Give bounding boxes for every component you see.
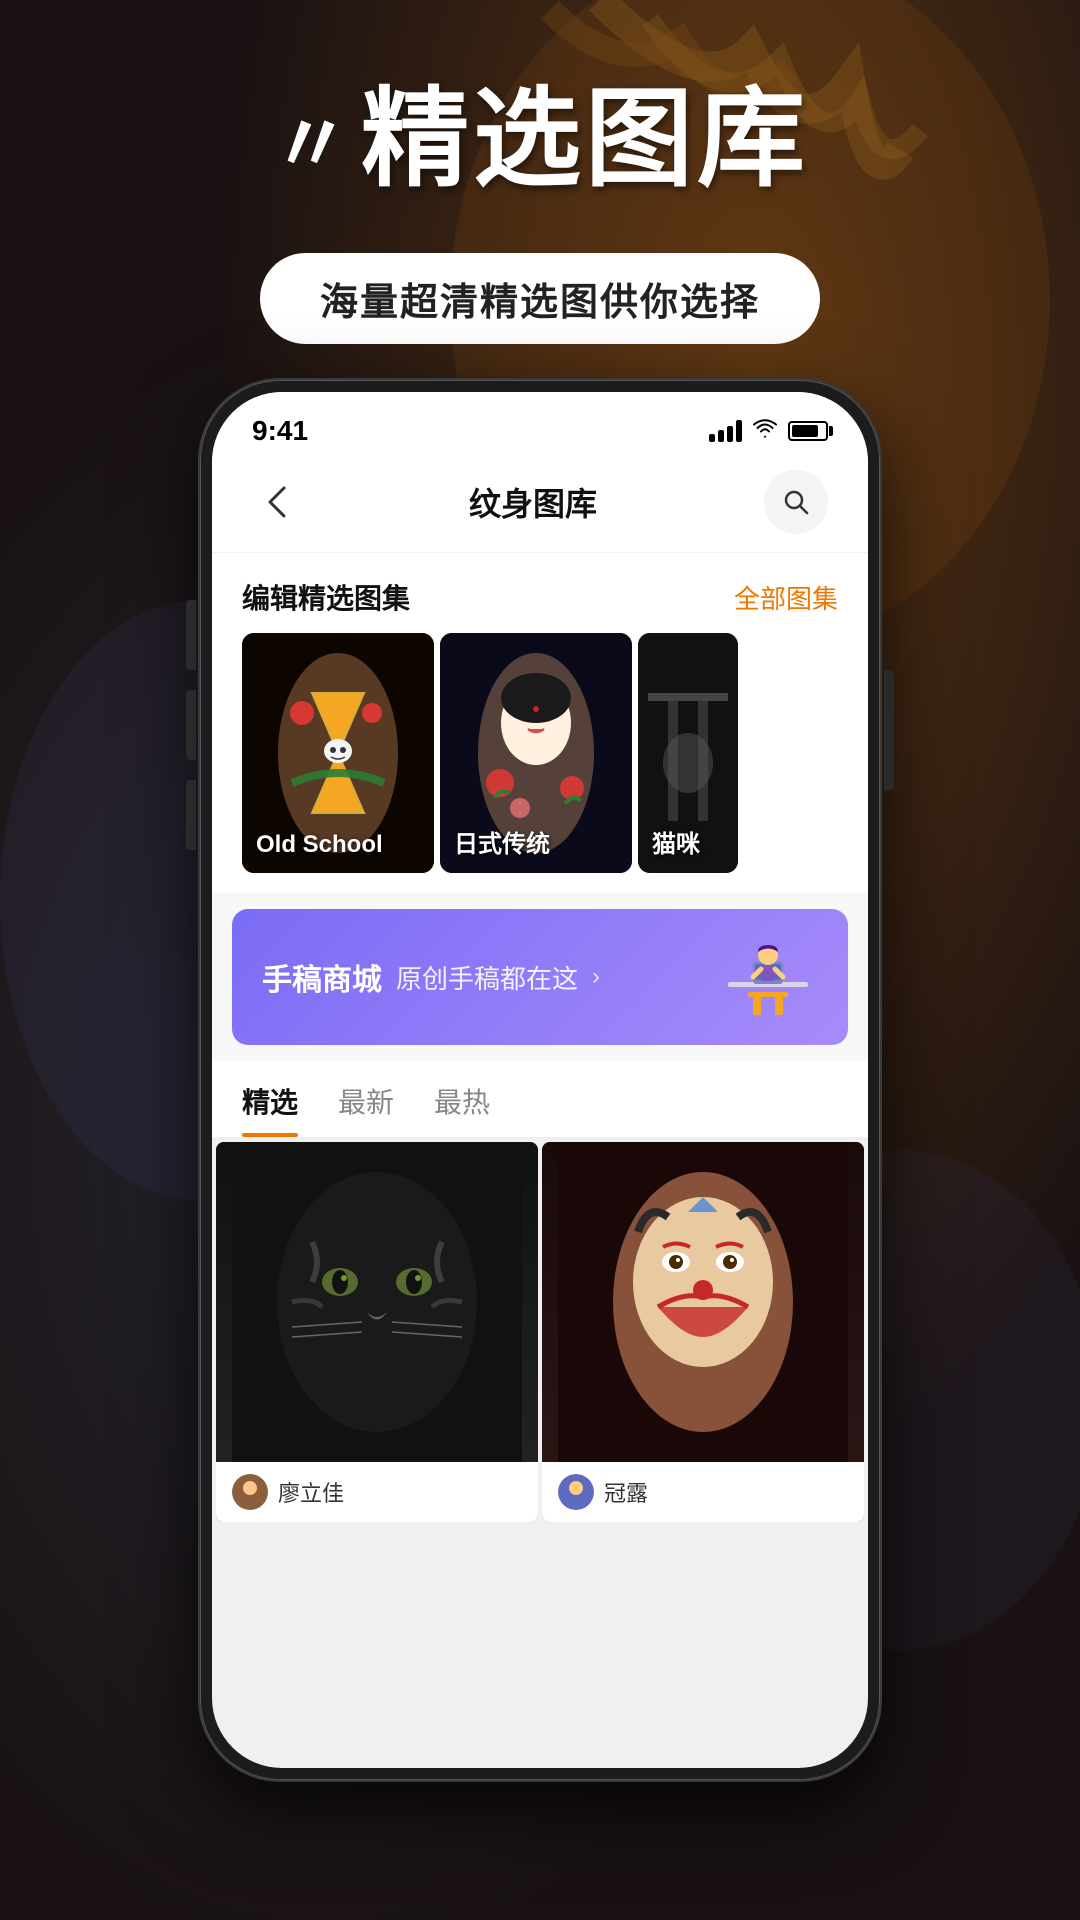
subtitle-pill: 海量超清精选图供你选择	[260, 253, 820, 344]
header-section: 〃 精选图库 海量超清精选图供你选择	[0, 80, 1080, 344]
battery-icon	[788, 421, 828, 441]
gallery-section-header: 编辑精选图集 全部图集	[212, 553, 868, 633]
subtitle-text: 海量超清精选图供你选择	[320, 282, 760, 324]
banner-text-area: 手稿商城 原创手稿都在这 ›	[262, 955, 600, 999]
avatar-2	[558, 1474, 594, 1510]
gallery-card-label-2: 日式传统	[454, 824, 550, 859]
phone-outer-shell: 9:41	[200, 380, 880, 1780]
search-button[interactable]	[764, 470, 828, 534]
gallery-card-2[interactable]: 日式传统	[440, 633, 632, 873]
photo-image-1	[216, 1142, 538, 1462]
status-icons	[709, 417, 828, 445]
content-area: 编辑精选图集 全部图集	[212, 553, 868, 1526]
phone-mockup: 9:41	[200, 380, 880, 1780]
photo-grid: 廖立佳	[212, 1138, 868, 1526]
photo-card-footer-2: 冠露	[542, 1462, 864, 1522]
banner-title: 手稿商城	[262, 955, 382, 999]
banner-arrow-icon: ›	[592, 963, 600, 991]
tab-hottest[interactable]: 最热	[434, 1061, 490, 1137]
nav-bar: 纹身图库	[212, 460, 868, 553]
phone-screen: 9:41	[212, 392, 868, 1768]
signal-icon	[709, 420, 742, 442]
gallery-scroll: Old School	[212, 633, 868, 893]
gallery-card-label-3: 猫咪	[652, 824, 700, 859]
photo-card-2[interactable]: 冠露	[542, 1142, 864, 1522]
nav-title: 纹身图库	[469, 479, 597, 525]
photo-image-2	[542, 1142, 864, 1462]
gallery-card-label-1: Old School	[256, 831, 383, 859]
promo-banner[interactable]: 手稿商城 原创手稿都在这 ›	[232, 909, 848, 1045]
quote-marks-icon: 〃	[271, 80, 351, 196]
gallery-card-3[interactable]: 猫咪	[638, 633, 738, 873]
page-main-title: 精选图库	[361, 80, 809, 199]
photo-card-1[interactable]: 廖立佳	[216, 1142, 538, 1522]
tab-latest[interactable]: 最新	[338, 1061, 394, 1137]
tabs-bar: 精选 最新 最热	[212, 1061, 868, 1138]
gallery-card-1[interactable]: Old School	[242, 633, 434, 873]
tab-featured[interactable]: 精选	[242, 1061, 298, 1137]
back-button[interactable]	[252, 477, 302, 527]
gallery-section-title: 编辑精选图集	[242, 577, 410, 617]
status-bar: 9:41	[212, 392, 868, 460]
photo-card-footer-1: 廖立佳	[216, 1462, 538, 1522]
gallery-all-link[interactable]: 全部图集	[734, 579, 838, 616]
status-time: 9:41	[252, 415, 308, 447]
banner-subtitle: 原创手稿都在这	[396, 959, 578, 996]
wifi-icon	[752, 417, 778, 445]
banner-illustration	[718, 937, 818, 1017]
username-2: 冠露	[604, 1476, 648, 1508]
avatar-1	[232, 1474, 268, 1510]
username-1: 廖立佳	[278, 1476, 344, 1508]
